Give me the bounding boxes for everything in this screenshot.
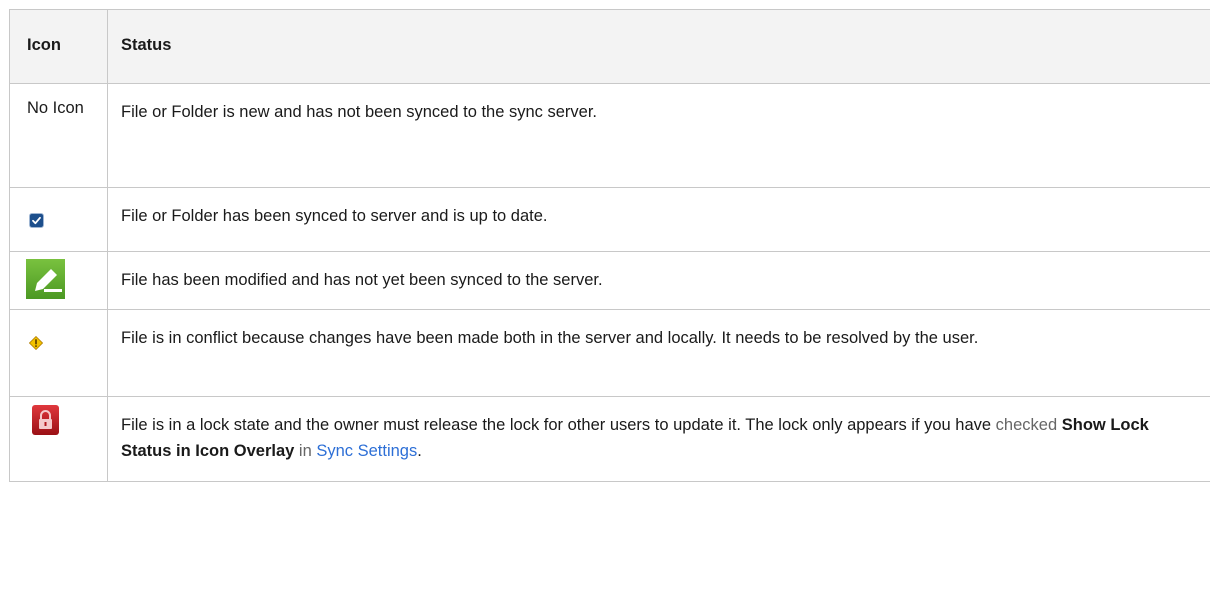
status-description: File or Folder is new and has not been s… bbox=[107, 83, 1210, 188]
lock-icon bbox=[32, 405, 59, 435]
status-text-checked: checked bbox=[995, 416, 1058, 434]
status-text-in: in bbox=[294, 442, 317, 460]
icon-status-table: Icon Status No Icon File or Folder is ne… bbox=[9, 9, 1210, 482]
icon-column-header: Icon bbox=[9, 9, 108, 84]
icon-cell bbox=[9, 309, 108, 397]
table-header-row: Icon Status bbox=[9, 9, 1210, 84]
status-description: File is in conflict because changes have… bbox=[107, 309, 1210, 397]
table-row: No Icon File or Folder is new and has no… bbox=[9, 83, 1210, 188]
status-description: File is in a lock state and the owner mu… bbox=[107, 396, 1210, 482]
modified-pencil-icon bbox=[26, 259, 65, 299]
conflict-warning-icon bbox=[29, 336, 43, 350]
table-row: File has been modified and has not yet b… bbox=[9, 251, 1210, 310]
status-column-header: Status bbox=[107, 9, 1210, 84]
status-period: . bbox=[417, 442, 422, 460]
synced-check-icon bbox=[29, 213, 44, 228]
table-row: File is in a lock state and the owner mu… bbox=[9, 396, 1210, 482]
icon-cell-no-icon: No Icon bbox=[9, 83, 108, 188]
icon-cell bbox=[9, 396, 108, 482]
status-description: File has been modified and has not yet b… bbox=[107, 251, 1210, 310]
sync-settings-link[interactable]: Sync Settings bbox=[316, 442, 417, 460]
status-description: File or Folder has been synced to server… bbox=[107, 187, 1210, 252]
icon-cell bbox=[9, 187, 108, 252]
icon-cell bbox=[9, 251, 108, 310]
table-row: File is in conflict because changes have… bbox=[9, 309, 1210, 397]
status-text: File is in a lock state and the owner mu… bbox=[121, 416, 996, 434]
table-row: File or Folder has been synced to server… bbox=[9, 187, 1210, 252]
